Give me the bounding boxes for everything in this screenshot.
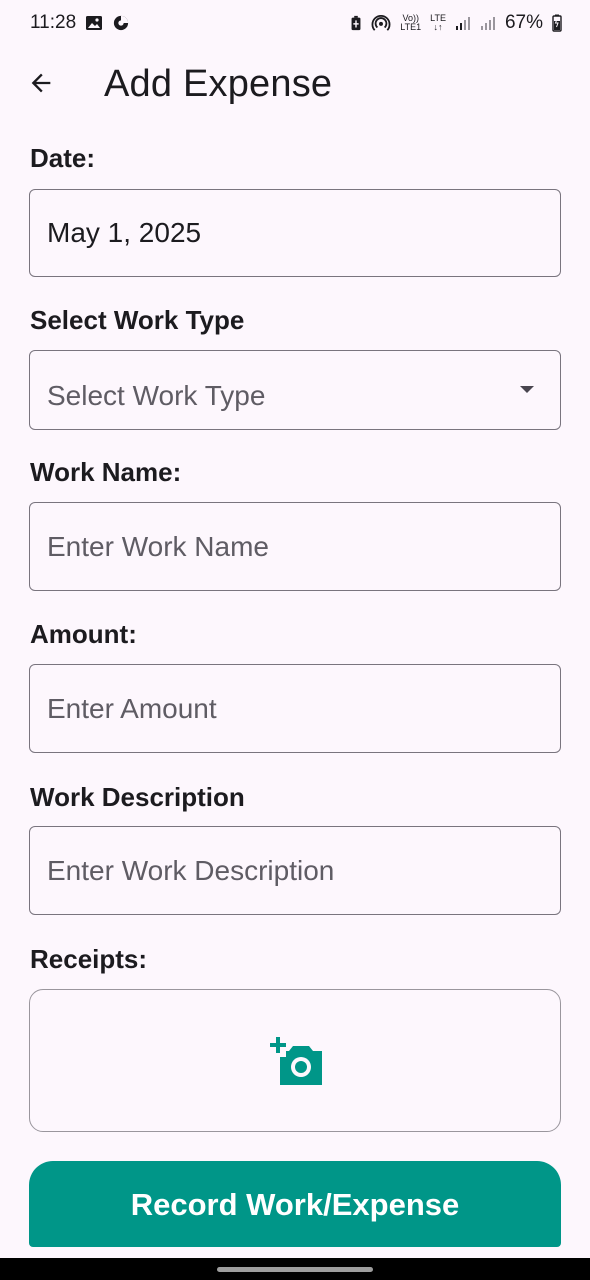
- back-button[interactable]: [24, 66, 58, 100]
- lte-indicator: LTE ↓↑: [430, 14, 446, 32]
- page-title: Add Expense: [104, 63, 333, 105]
- amount-input[interactable]: Enter Amount: [29, 664, 561, 753]
- amount-label: Amount:: [30, 619, 137, 649]
- receipts-label: Receipts:: [30, 944, 148, 974]
- volte-icon: Vo)) LTE1: [400, 14, 421, 32]
- work-name-label: Work Name:: [30, 457, 182, 487]
- description-placeholder: Enter Work Description: [47, 854, 335, 886]
- work-name-input[interactable]: Enter Work Name: [29, 502, 561, 591]
- description-label: Work Description: [30, 782, 245, 812]
- image-icon: [85, 15, 103, 31]
- add-a-photo-icon[interactable]: [266, 1035, 324, 1087]
- data-saver-icon: [112, 15, 130, 31]
- status-right: Vo)) LTE1 LTE ↓↑ 67%: [350, 12, 562, 34]
- signal-icon: [455, 15, 471, 31]
- volte-bottom-label: LTE1: [400, 22, 422, 32]
- receipt-upload-area[interactable]: [29, 989, 561, 1132]
- work-type-placeholder: Select Work Type: [47, 380, 266, 411]
- battery-percent: 67%: [504, 12, 543, 33]
- date-value: May 1, 2025: [47, 217, 202, 248]
- record-expense-button[interactable]: Record Work/Expense: [29, 1161, 561, 1247]
- status-left: 11:28: [30, 12, 130, 34]
- description-input[interactable]: Enter Work Description: [29, 826, 561, 915]
- navigation-bar: [0, 1258, 590, 1280]
- battery-icon: [552, 14, 562, 32]
- work-type-dropdown[interactable]: Select Work Type: [29, 350, 561, 430]
- date-field[interactable]: May 1, 2025: [29, 189, 561, 277]
- hotspot-icon: [371, 14, 391, 32]
- date-label: Date:: [30, 143, 96, 173]
- app-bar: Add Expense: [0, 46, 590, 122]
- dropdown-arrow-icon: [520, 386, 534, 393]
- work-type-label: Select Work Type: [30, 305, 245, 335]
- arrow-back-icon: [31, 73, 51, 93]
- status-time: 11:28: [30, 12, 77, 33]
- signal-icon: [480, 15, 496, 31]
- work-name-placeholder: Enter Work Name: [47, 530, 269, 562]
- home-gesture-handle[interactable]: [217, 1267, 373, 1272]
- lte-arrows: ↓↑: [433, 22, 443, 32]
- status-bar: 11:28 Vo)) LTE1 LTE ↓↑ 67%: [0, 0, 590, 46]
- battery-saver-icon: [350, 15, 362, 31]
- amount-placeholder: Enter Amount: [47, 692, 217, 724]
